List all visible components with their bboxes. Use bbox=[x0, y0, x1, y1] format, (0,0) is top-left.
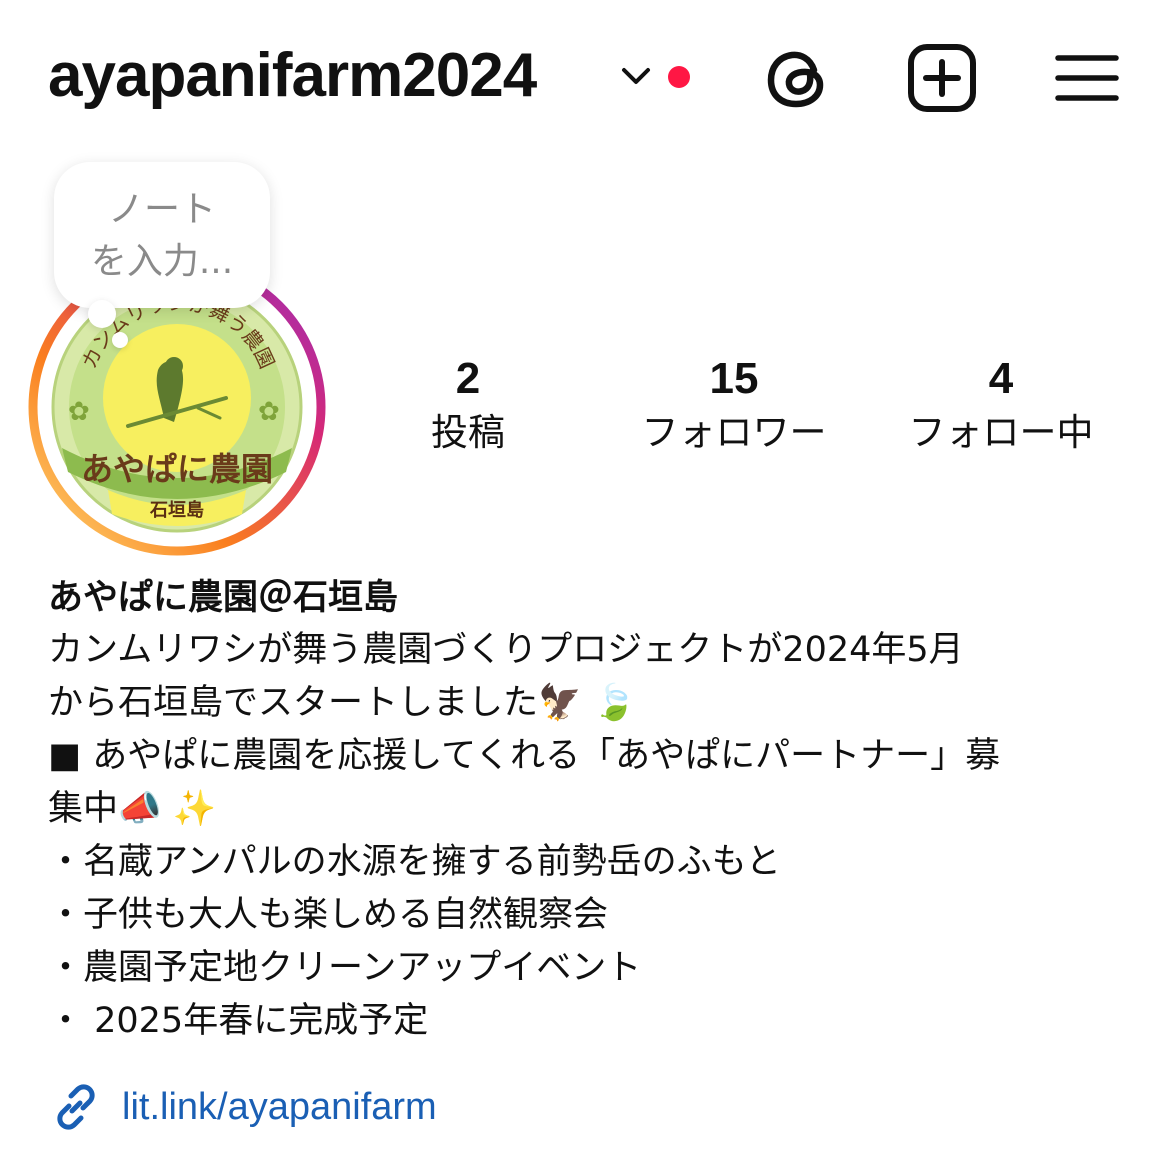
followers-count: 15 bbox=[709, 354, 759, 403]
account-switcher-username[interactable]: ayapanifarm2024 bbox=[48, 40, 537, 111]
followers-stat[interactable]: 15 フォロワー bbox=[628, 352, 840, 460]
posts-count: 2 bbox=[455, 354, 481, 403]
profile-header: ayapanifarm2024 bbox=[0, 0, 1170, 150]
logo-place: 石垣島 bbox=[149, 499, 204, 521]
bio-line: ・子供も大人も楽しめる自然観察会 bbox=[48, 895, 609, 935]
threads-icon[interactable] bbox=[760, 40, 836, 116]
bio-link[interactable]: lit.link/ayapanifarm bbox=[50, 1080, 437, 1134]
display-name: あやぱに農園＠石垣島 bbox=[48, 578, 399, 618]
bio-line: 集中📣 ✨ bbox=[48, 789, 217, 829]
menu-icon[interactable] bbox=[1050, 40, 1126, 116]
bio-line: カンムリワシが舞う農園づくりプロジェクトが2024年5月 bbox=[48, 630, 964, 670]
posts-stat[interactable]: 2 投稿 bbox=[398, 352, 538, 460]
profile-bio: あやぱに農園＠石垣島 カンムリワシが舞う農園づくりプロジェクトが2024年5月 … bbox=[48, 572, 1148, 1048]
following-stat[interactable]: 4 フォロー中 bbox=[900, 352, 1102, 460]
bio-line: ・ 2025年春に完成予定 bbox=[48, 1001, 429, 1041]
note-bubble-tail-small bbox=[112, 332, 128, 348]
note-bubble-tail bbox=[88, 300, 116, 328]
link-icon bbox=[57, 1084, 95, 1130]
posts-label: 投稿 bbox=[431, 411, 505, 454]
notification-dot bbox=[668, 66, 690, 88]
note-bubble[interactable]: ノート を入力... bbox=[54, 162, 270, 308]
bio-link-text[interactable]: lit.link/ayapanifarm bbox=[122, 1086, 437, 1129]
new-post-icon[interactable] bbox=[904, 40, 980, 116]
profile-stats: 2 投稿 15 フォロワー 4 フォロー中 bbox=[0, 352, 1170, 462]
following-label: フォロー中 bbox=[908, 411, 1094, 454]
bio-line: ・農園予定地クリーンアップイベント bbox=[48, 948, 642, 988]
bio-line: から石垣島でスタートしました🦅 🍃 bbox=[48, 683, 637, 723]
bio-line: ・名蔵アンパルの水源を擁する前勢岳のふもと bbox=[48, 842, 781, 882]
chevron-down-icon[interactable] bbox=[620, 62, 652, 90]
note-placeholder-line2: を入力... bbox=[90, 241, 234, 282]
following-count: 4 bbox=[988, 354, 1014, 403]
followers-label: フォロワー bbox=[641, 411, 827, 454]
note-placeholder-line1: ノート bbox=[107, 189, 216, 230]
bio-line: ■ あやぱに農園を応援してくれる「あやぱにパートナー」募 bbox=[48, 736, 1001, 776]
